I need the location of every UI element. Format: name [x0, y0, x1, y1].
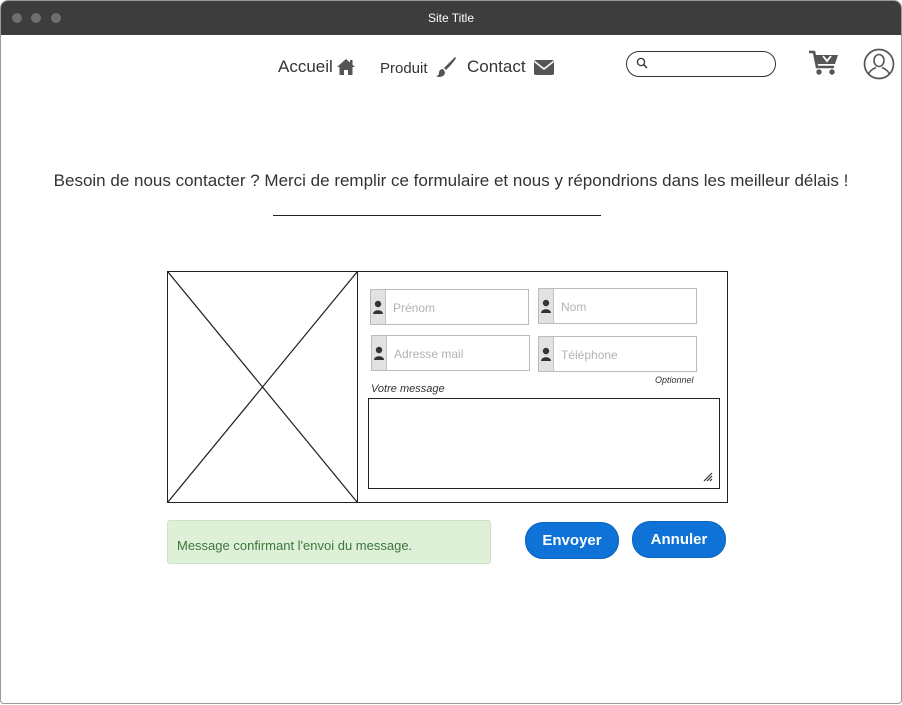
nav-home[interactable]: Accueil — [278, 57, 356, 77]
user-icon — [863, 48, 895, 80]
envelope-icon — [533, 59, 554, 75]
person-icon — [372, 336, 387, 370]
divider — [273, 215, 601, 216]
cancel-button[interactable]: Annuler — [632, 521, 726, 558]
confirmation-alert-text: Message confirmant l'envoi du message. — [177, 538, 413, 553]
title-bar: Site Title — [1, 1, 901, 35]
last-name-input[interactable] — [559, 296, 678, 318]
confirmation-alert: Message confirmant l'envoi du message. — [167, 520, 491, 564]
phone-field[interactable] — [538, 336, 697, 372]
cart-button[interactable] — [808, 49, 840, 82]
first-name-field[interactable] — [370, 289, 529, 325]
search-icon — [636, 57, 648, 69]
image-placeholder — [167, 271, 358, 503]
account-button[interactable] — [863, 48, 895, 85]
window-title: Site Title — [427, 11, 475, 25]
first-name-input[interactable] — [391, 297, 510, 319]
nav-contact-label: Contact — [467, 57, 526, 76]
phone-optional-note: Optionnel — [655, 375, 694, 385]
nav-home-label: Accueil — [278, 57, 333, 76]
message-textarea[interactable] — [369, 399, 717, 487]
phone-input[interactable] — [559, 344, 678, 366]
resize-handle-icon[interactable] — [703, 472, 713, 482]
message-field[interactable] — [368, 398, 720, 489]
message-label: Votre message — [371, 383, 445, 395]
send-button[interactable]: Envoyer — [525, 522, 619, 559]
search-input[interactable] — [653, 54, 769, 74]
brush-icon — [435, 57, 456, 77]
nav-product[interactable]: Produit — [380, 56, 457, 78]
person-icon — [371, 290, 386, 324]
nav-contact[interactable]: Contact — [467, 57, 555, 77]
email-input[interactable] — [392, 343, 511, 365]
person-icon — [539, 289, 554, 323]
email-field[interactable] — [371, 335, 530, 371]
home-icon — [336, 59, 355, 75]
person-icon — [539, 337, 554, 371]
intro-text: Besoin de nous contacter ? Merci de remp… — [53, 171, 849, 190]
cart-icon — [809, 50, 838, 75]
search-box[interactable] — [626, 51, 776, 77]
nav-product-label: Produit — [380, 60, 428, 77]
last-name-field[interactable] — [538, 288, 697, 324]
